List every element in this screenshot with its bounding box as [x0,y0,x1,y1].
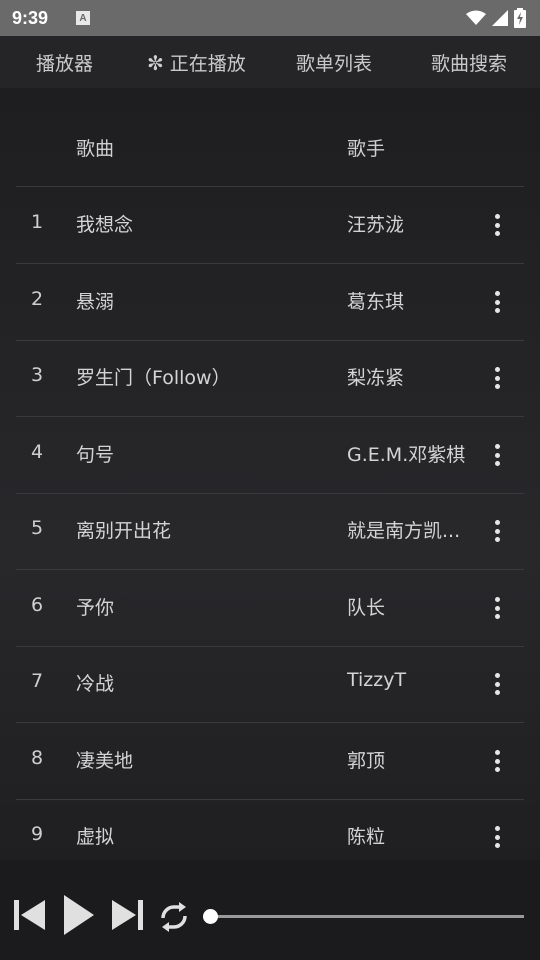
row-index: 9 [31,823,44,845]
tab-player-label: 播放器 [36,53,94,75]
song-title[interactable]: 我想念 [76,210,133,237]
table-row[interactable]: 5 离别开出花 就是南方凯... [16,493,524,570]
song-artist: 梨冻紧 [347,367,405,389]
song-title[interactable]: 离别开出花 [76,516,171,543]
more-options-icon[interactable] [490,823,504,851]
tab-playlists[interactable]: 歌单列表 [296,49,372,76]
more-options-icon[interactable] [490,441,504,469]
song-title[interactable]: 虚拟 [76,822,114,849]
status-bar: 9:39 A [0,0,540,36]
column-header-song: 歌曲 [76,138,115,160]
row-index: 6 [31,594,44,616]
more-options-icon[interactable] [490,211,504,239]
song-artist: TizzyT [347,669,407,691]
table-row[interactable]: 4 句号 G.E.M.邓紫棋 [16,417,524,494]
song-title[interactable]: 句号 [76,440,114,467]
table-row[interactable]: 3 罗生门（Follow） 梨冻紧 [16,340,524,417]
song-list: 歌曲 歌手 1 我想念 汪苏泷 2 悬溺 葛东琪 3 罗生门（Follow） 梨… [0,88,540,860]
song-title[interactable]: 凄美地 [76,746,133,773]
signal-icon [492,10,508,26]
battery-charging-icon [514,8,526,28]
song-artist: 队长 [347,597,386,619]
more-options-icon[interactable] [490,288,504,316]
progress-thumb[interactable] [202,909,218,924]
more-options-icon[interactable] [490,747,504,775]
song-title[interactable]: 悬溺 [76,287,114,314]
tab-player[interactable]: 播放器 [36,49,93,76]
table-header: 歌曲 歌手 [16,108,524,187]
song-artist: G.E.M.邓紫棋 [347,444,466,466]
table-row[interactable]: 2 悬溺 葛东琪 [16,264,524,341]
flower-icon: ✼ [147,50,164,75]
song-artist: 汪苏泷 [347,214,405,236]
more-options-icon[interactable] [490,517,504,545]
wifi-icon [466,10,486,25]
tab-now-playing-label: 正在播放 [169,53,246,75]
row-index: 4 [31,441,44,463]
play-icon[interactable] [63,894,95,936]
table-row[interactable]: 8 凄美地 郭顶 [16,723,524,800]
skip-next-icon[interactable] [111,898,143,932]
song-title[interactable]: 罗生门（Follow） [76,363,231,390]
column-header-artist: 歌手 [347,138,386,160]
status-icons [466,8,526,28]
row-index: 5 [31,517,44,539]
row-index: 2 [31,288,44,310]
status-time: 9:39 [12,7,49,28]
top-nav: 播放器 ✼ 正在播放 歌单列表 歌曲搜索 [0,36,540,88]
song-title[interactable]: 予你 [76,593,114,620]
player-bar [0,860,540,960]
skip-previous-icon[interactable] [14,898,46,932]
song-artist: 郭顶 [347,750,386,772]
more-options-icon[interactable] [490,670,504,698]
row-index: 8 [31,747,44,769]
more-options-icon[interactable] [490,364,504,392]
notification-a-icon: A [76,11,91,25]
song-title[interactable]: 冷战 [76,669,114,696]
progress-track[interactable] [210,915,524,918]
row-index: 1 [31,211,44,233]
song-artist: 葛东琪 [347,291,405,313]
more-options-icon[interactable] [490,594,504,622]
tab-playlists-label: 歌单列表 [296,53,373,75]
row-index: 7 [31,670,44,692]
table-row[interactable]: 1 我想念 汪苏泷 [16,187,524,264]
table-row[interactable]: 7 冷战 TizzyT [16,646,524,723]
repeat-icon[interactable] [157,900,191,934]
row-index: 3 [31,364,44,386]
tab-song-search[interactable]: 歌曲搜索 [431,49,507,76]
tab-now-playing[interactable]: ✼ 正在播放 [147,49,246,76]
song-artist: 就是南方凯... [347,520,461,542]
table-row[interactable]: 6 予你 队长 [16,570,524,647]
tab-song-search-label: 歌曲搜索 [431,53,508,75]
notification-a-letter: A [79,12,87,24]
song-artist: 陈粒 [347,826,386,848]
